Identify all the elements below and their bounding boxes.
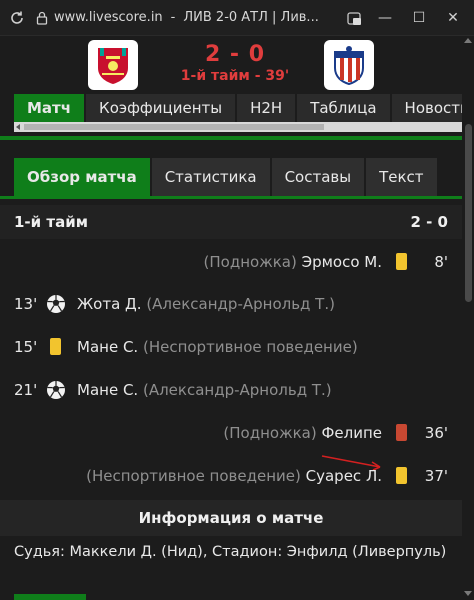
bottom-button[interactable] [14, 594, 86, 600]
event-row: (Подножка) Фелипе 36' [0, 417, 462, 451]
vertical-scrollbar[interactable] [462, 36, 474, 600]
tabs-divider [0, 136, 462, 140]
tab-table[interactable]: Таблица [297, 94, 392, 122]
tab-h2h[interactable]: H2H [237, 94, 298, 122]
close-icon[interactable]: ✕ [436, 0, 470, 36]
event-player[interactable]: Эрмосо М. [302, 253, 382, 271]
red-card-icon [392, 423, 412, 443]
event-minute: 21' [14, 381, 38, 399]
event-minute: 37' [424, 467, 448, 485]
match-status: 1-й тайм - 39' [180, 68, 290, 84]
page-title: ЛИВ 2-0 АТЛ | Лив... [183, 10, 319, 25]
event-row: 21' Мане С. (Александр-Арнольд Т.) [0, 374, 462, 408]
yellow-card-icon [392, 252, 412, 272]
event-detail: (Подножка) [203, 253, 297, 271]
scrollbar-thumb[interactable] [465, 124, 472, 302]
event-row: 13' Жота Д. (Александр-Арнольд Т.) [0, 288, 462, 322]
event-detail: (Подножка) [223, 424, 317, 442]
yellow-card-icon [46, 337, 66, 357]
event-row: (Неспортивное поведение) Суарес Л. 37' [0, 460, 462, 494]
minimize-icon[interactable]: — [368, 0, 402, 36]
event-detail: (Неспортивное поведение) [142, 338, 358, 356]
event-row: (Подножка) Эрмосо М. 8' [0, 246, 462, 280]
match-score: 2 - 0 [204, 42, 266, 67]
event-minute: 13' [14, 295, 38, 313]
event-player[interactable]: Фелипе [321, 424, 382, 442]
score-header: 2 - 0 1-й тайм - 39' [0, 36, 462, 94]
goal-ball-icon [46, 380, 66, 400]
scroll-left-icon[interactable] [16, 124, 20, 130]
event-minute: 15' [14, 338, 38, 356]
goal-ball-icon [46, 294, 66, 314]
match-info-line: Судья: Маккели Д. (Нид), Стадион: Энфилд… [14, 544, 447, 560]
page-content: 2 - 0 1-й тайм - 39' Матч Коэффициенты H… [0, 36, 462, 600]
horizontal-scrollbar[interactable] [14, 122, 462, 132]
event-detail: (Неспортивное поведение) [86, 467, 301, 485]
url-text[interactable]: www.livescore.in [54, 10, 163, 25]
match-info-heading: Информация о матче [0, 500, 462, 536]
reload-icon[interactable] [0, 0, 34, 36]
tab-statistics[interactable]: Статистика [151, 158, 270, 196]
extension-icon[interactable] [340, 0, 368, 36]
sub-tabs-divider [0, 196, 462, 199]
event-row: 15' Мане С. (Неспортивное поведение) [0, 331, 462, 365]
event-detail: (Александр-Арнольд Т.) [142, 381, 332, 399]
period-score: 2 - 0 [410, 213, 448, 231]
tab-match[interactable]: Матч [14, 94, 87, 122]
event-player[interactable]: Суарес Л. [306, 467, 382, 485]
tab-news[interactable]: Новости [391, 94, 462, 122]
tab-odds[interactable]: Коэффициенты [86, 94, 238, 122]
event-minute: 36' [424, 424, 448, 442]
event-minute: 8' [434, 253, 448, 271]
period-header: 1-й тайм 2 - 0 [0, 205, 462, 239]
event-player[interactable]: Жота Д. [77, 295, 142, 313]
lock-icon[interactable] [34, 0, 50, 36]
tab-commentary[interactable]: Текст [366, 158, 437, 196]
top-tabs: Матч Коэффициенты H2H Таблица Новости [14, 94, 462, 122]
browser-toolbar: www.livescore.in - ЛИВ 2-0 АТЛ | Лив... — … [0, 0, 474, 36]
event-player[interactable]: Мане С. [77, 338, 138, 356]
liverpool-crest-icon[interactable] [88, 40, 138, 90]
period-label: 1-й тайм [14, 213, 88, 231]
atletico-crest-icon[interactable] [324, 40, 374, 90]
scroll-down-icon[interactable] [464, 591, 472, 596]
tab-lineups[interactable]: Составы [271, 158, 365, 196]
yellow-card-icon [392, 466, 412, 486]
maximize-icon[interactable]: ☐ [402, 0, 436, 36]
scroll-up-icon[interactable] [464, 38, 472, 43]
address-bar[interactable]: www.livescore.in - ЛИВ 2-0 АТЛ | Лив... [54, 10, 322, 25]
sub-tabs: Обзор матча Статистика Составы Текст [14, 158, 439, 196]
tab-overview[interactable]: Обзор матча [14, 158, 150, 196]
event-player[interactable]: Мане С. [77, 381, 138, 399]
event-detail: (Александр-Арнольд Т.) [146, 295, 335, 313]
scrollbar-thumb[interactable] [24, 124, 324, 130]
